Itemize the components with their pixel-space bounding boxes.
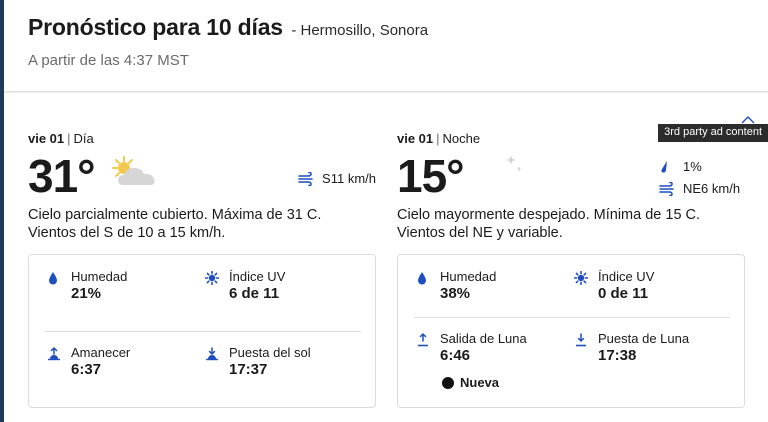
- humidity-label: Humedad: [440, 269, 497, 284]
- forecast-detail: vie 01 | Día 31° S11 km/h Cielo parcialm…: [4, 93, 768, 422]
- night-temperature: 15°: [397, 150, 465, 202]
- moon-phase-label: Nueva: [460, 375, 500, 390]
- night-uv-index: Índice UV 0 de 11: [572, 269, 654, 303]
- uv-sun-icon: [203, 269, 229, 289]
- ad-caret-icon: [741, 116, 755, 124]
- period-separator: |: [436, 131, 440, 146]
- details-divider: [45, 331, 361, 332]
- humidity-label: Humedad: [71, 269, 128, 284]
- uv-sun-icon: [572, 269, 598, 289]
- night-moonrise: Salida de Luna 6:46: [414, 331, 527, 365]
- humidity-value: 21%: [71, 285, 102, 302]
- moonrise-label: Salida de Luna: [440, 331, 527, 346]
- location-label: - Hermosillo, Sonora: [291, 22, 429, 39]
- day-narrative: Cielo parcialmente cubierto. Máxima de 3…: [28, 207, 322, 241]
- sunset-icon: [203, 345, 229, 365]
- uv-label: Índice UV: [229, 269, 286, 284]
- day-wind-value: S11 km/h: [322, 171, 376, 186]
- moonset-value: 17:38: [598, 347, 637, 364]
- night-moonset: Puesta de Luna 17:38: [572, 331, 689, 365]
- uv-label: Índice UV: [598, 269, 655, 284]
- day-sunrise: Amanecer 6:37: [45, 345, 130, 379]
- night-weekday: vie 01: [397, 131, 434, 146]
- sunset-value: 17:37: [229, 361, 268, 378]
- moonrise-value: 6:46: [440, 347, 471, 364]
- day-sunset: Puesta del sol 17:37: [203, 345, 311, 379]
- as-of-timestamp: A partir de las 4:37 MST: [28, 52, 189, 69]
- ad-content-tag[interactable]: 3rd party ad content: [658, 124, 768, 142]
- night-details-card: Humedad 38% Índice UV 0 de 11 Salida de …: [397, 254, 745, 408]
- humidity-icon: [414, 269, 440, 289]
- uv-value: 6 de 11: [229, 285, 280, 302]
- sunrise-value: 6:37: [71, 361, 102, 378]
- day-temperature: 31°: [28, 150, 96, 202]
- day-period-label: Día: [73, 131, 94, 146]
- night-narrative: Cielo mayormente despejado. Mínima de 15…: [397, 207, 701, 241]
- moonset-icon: [572, 331, 598, 351]
- sunrise-icon: [45, 345, 71, 365]
- day-details-card: Humedad 21% Índice UV 6 de 11 Amanecer 6…: [28, 254, 376, 408]
- night-wind-value: NE6 km/h: [683, 181, 741, 196]
- moon-stars-icon: [481, 151, 529, 202]
- sunrise-label: Amanecer: [71, 345, 131, 360]
- period-separator: |: [67, 131, 71, 146]
- sunset-label: Puesta del sol: [229, 345, 311, 360]
- moonrise-icon: [414, 331, 440, 351]
- uv-value: 0 de 11: [598, 285, 649, 302]
- day-humidity: Humedad 21%: [45, 269, 127, 303]
- new-moon-icon: [442, 376, 454, 389]
- precip-value: 1%: [683, 159, 702, 174]
- night-period-header: vie 01 | Noche: [397, 131, 480, 146]
- day-panel: vie 01 | Día 31° S11 km/h Cielo parcialm…: [28, 93, 378, 422]
- forecast-header: Pronóstico para 10 días - Hermosillo, So…: [4, 0, 768, 92]
- moonset-label: Puesta de Luna: [598, 331, 690, 346]
- day-period-header: vie 01 | Día: [28, 131, 94, 146]
- night-panel: vie 01 | Noche 15° 1% NE6 km/h Cielo mayor…: [397, 93, 747, 422]
- day-weekday: vie 01: [28, 131, 65, 146]
- wind-icon: [659, 181, 674, 196]
- details-divider: [414, 317, 730, 318]
- wind-icon: [298, 171, 313, 186]
- partly-cloudy-icon: [110, 155, 160, 194]
- night-period-label: Noche: [442, 131, 481, 146]
- humidity-icon: [45, 269, 71, 289]
- day-wind: S11 km/h: [298, 171, 376, 186]
- title-row: Pronóstico para 10 días - Hermosillo, So…: [28, 14, 428, 41]
- day-uv-index: Índice UV 6 de 11: [203, 269, 285, 303]
- night-humidity: Humedad 38%: [414, 269, 496, 303]
- moon-phase: Nueva: [442, 375, 499, 390]
- humidity-value: 38%: [440, 285, 471, 302]
- night-precipitation: 1%: [659, 159, 702, 174]
- raindrop-icon: [661, 160, 667, 173]
- page-title: Pronóstico para 10 días: [28, 14, 283, 40]
- night-wind: NE6 km/h: [659, 181, 740, 196]
